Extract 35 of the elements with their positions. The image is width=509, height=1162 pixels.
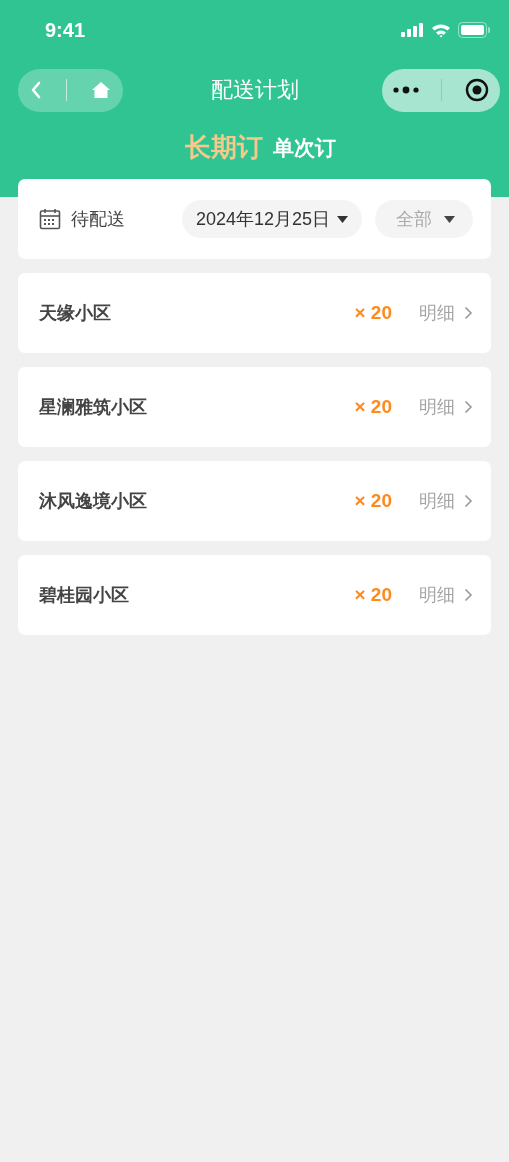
wifi-icon xyxy=(431,22,451,38)
quantity: × 20 xyxy=(354,490,392,512)
community-name: 星澜雅筑小区 xyxy=(39,396,148,419)
signal-icon xyxy=(401,23,424,37)
community-row[interactable]: 沐风逸境小区 × 20 明细 xyxy=(18,461,491,541)
status-time: 9:41 xyxy=(45,18,86,42)
chevron-icon xyxy=(464,306,473,320)
community-name: 沐风逸境小区 xyxy=(39,490,148,513)
community-row[interactable]: 碧桂园小区 × 20 明细 xyxy=(18,555,491,635)
detail-link[interactable]: 明细 xyxy=(419,301,473,325)
date-dropdown[interactable]: 2024年12月25日 xyxy=(181,200,362,238)
community-row[interactable]: 星澜雅筑小区 × 20 明细 xyxy=(18,367,491,447)
calendar-icon xyxy=(39,208,61,230)
tab[interactable]: 长期订 xyxy=(185,130,263,165)
quantity: × 20 xyxy=(354,584,392,606)
page-title: 配送计划 xyxy=(210,76,299,104)
chevron-icon xyxy=(464,494,473,508)
chevron-icon xyxy=(464,400,473,414)
chevron-icon xyxy=(464,588,473,602)
status-label: 待配送 xyxy=(71,208,126,231)
quantity: × 20 xyxy=(354,302,392,324)
quantity: × 20 xyxy=(354,396,392,418)
tab[interactable]: 单次订 xyxy=(273,130,336,165)
battery-icon xyxy=(458,22,490,38)
caret-icon xyxy=(337,215,348,223)
caret-icon xyxy=(444,215,455,223)
detail-link[interactable]: 明细 xyxy=(419,489,473,513)
community-name: 天缘小区 xyxy=(39,302,112,325)
detail-link[interactable]: 明细 xyxy=(419,583,473,607)
scope-dropdown[interactable]: 全部 xyxy=(375,200,473,238)
community-name: 碧桂园小区 xyxy=(39,584,130,607)
community-row[interactable]: 天缘小区 × 20 明细 xyxy=(18,273,491,353)
more-icon[interactable] xyxy=(393,86,420,94)
close-icon[interactable] xyxy=(464,78,489,102)
detail-link[interactable]: 明细 xyxy=(419,395,473,419)
